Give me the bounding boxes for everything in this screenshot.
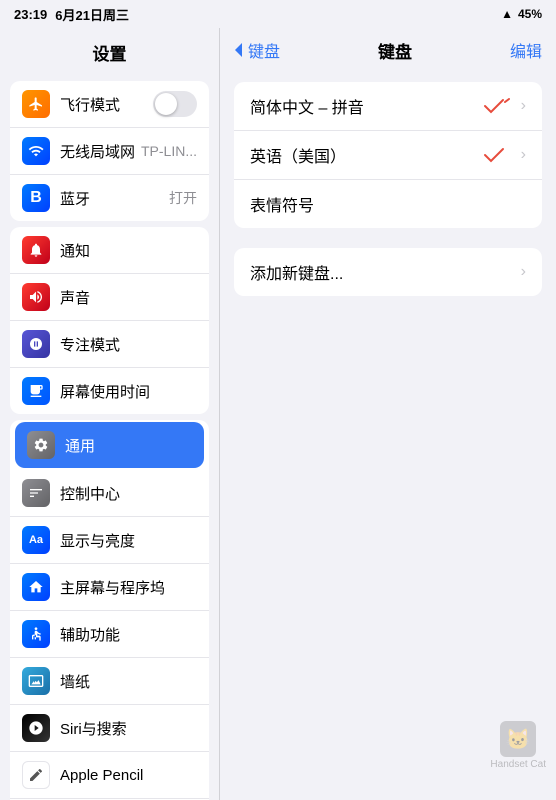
sound-icon (22, 283, 50, 311)
accessibility-icon (22, 620, 50, 648)
sidebar-group-connectivity: 飞行模式 无线局域网 TP-LIN... B 蓝牙 打开 (10, 81, 209, 221)
check-pencil-2 (483, 145, 513, 165)
sidebar-item-accessibility[interactable]: 辅助功能 (10, 611, 209, 658)
english-us-label: 英语（美国） (250, 143, 483, 167)
homescreen-label: 主屏幕与程序坞 (60, 577, 197, 598)
wallpaper-label: 墙纸 (60, 671, 197, 692)
english-us-chevron: › (521, 146, 526, 164)
pencil-icon (22, 761, 50, 789)
bluetooth-label: 蓝牙 (60, 188, 169, 209)
detail-title: 键盘 (378, 38, 412, 63)
notification-label: 通知 (60, 240, 197, 261)
sidebar-item-wallpaper[interactable]: 墙纸 (10, 658, 209, 705)
focus-icon (22, 330, 50, 358)
add-keyboard-chevron: › (521, 263, 526, 281)
homescreen-icon (22, 573, 50, 601)
wifi-label: 无线局域网 (60, 141, 141, 162)
add-keyboard-label: 添加新键盘... (250, 260, 513, 284)
status-left: 23:19 6月21日周三 (14, 5, 129, 24)
bluetooth-value: 打开 (169, 188, 197, 208)
wifi-icon: ▲ (501, 7, 513, 21)
nav-back-label: 键盘 (248, 38, 280, 62)
screentime-label: 屏幕使用时间 (60, 381, 197, 402)
keyboards-group: 简体中文 – 拼音 › 英语（美国） › (234, 82, 542, 228)
control-icon (22, 479, 50, 507)
status-date: 6月21日周三 (55, 5, 129, 24)
sidebar-group-general: 通用 控制中心 Aa 显示与亮度 主屏幕与程序坞 (10, 420, 209, 800)
sidebar-group-notifications: 通知 声音 专注模式 屏幕使用时间 (10, 227, 209, 414)
main-layout: 设置 飞行模式 无线局域网 TP-LIN... B 蓝 (0, 28, 556, 800)
status-time: 23:19 (14, 7, 47, 22)
sidebar-item-homescreen[interactable]: 主屏幕与程序坞 (10, 564, 209, 611)
nav-back-button[interactable]: 键盘 (234, 38, 280, 62)
sidebar-item-focus[interactable]: 专注模式 (10, 321, 209, 368)
sidebar-item-display[interactable]: Aa 显示与亮度 (10, 517, 209, 564)
detail-item-english-us[interactable]: 英语（美国） › (234, 131, 542, 180)
display-icon: Aa (22, 526, 50, 554)
sidebar-item-pencil[interactable]: Apple Pencil (10, 752, 209, 799)
watermark-text: Handset Cat (490, 759, 546, 770)
detail-panel: 键盘 键盘 编辑 简体中文 – 拼音 › 英语（美国） (220, 28, 556, 800)
check-pencil-1 (483, 96, 513, 116)
status-right: ▲ 45% (501, 7, 542, 21)
focus-label: 专注模式 (60, 334, 197, 355)
wifi-icon-item (22, 137, 50, 165)
general-label: 通用 (65, 435, 192, 456)
watermark-icon: 🐱 (500, 721, 536, 757)
notification-icon (22, 236, 50, 264)
status-bar: 23:19 6月21日周三 ▲ 45% (0, 0, 556, 28)
general-icon (27, 431, 55, 459)
sidebar-item-airplane[interactable]: 飞行模式 (10, 81, 209, 128)
control-label: 控制中心 (60, 483, 197, 504)
simplified-chinese-label: 简体中文 – 拼音 (250, 94, 483, 118)
watermark: 🐱 Handset Cat (490, 721, 546, 770)
sidebar-item-siri[interactable]: Siri与搜索 (10, 705, 209, 752)
sidebar-item-screentime[interactable]: 屏幕使用时间 (10, 368, 209, 414)
sidebar-title: 设置 (0, 28, 219, 75)
bluetooth-icon: B (22, 184, 50, 212)
sidebar-item-general[interactable]: 通用 (15, 422, 204, 468)
detail-navbar: 键盘 键盘 编辑 (220, 28, 556, 72)
wallpaper-icon (22, 667, 50, 695)
emoji-label: 表情符号 (250, 192, 526, 216)
siri-label: Siri与搜索 (60, 718, 197, 739)
sidebar-item-wifi[interactable]: 无线局域网 TP-LIN... (10, 128, 209, 175)
sidebar-item-bluetooth[interactable]: B 蓝牙 打开 (10, 175, 209, 221)
detail-item-emoji[interactable]: 表情符号 (234, 180, 542, 228)
airplane-toggle[interactable] (153, 91, 197, 117)
detail-item-simplified-chinese[interactable]: 简体中文 – 拼音 › (234, 82, 542, 131)
siri-icon (22, 714, 50, 742)
accessibility-label: 辅助功能 (60, 624, 197, 645)
sidebar: 设置 飞行模式 无线局域网 TP-LIN... B 蓝 (0, 28, 220, 800)
wifi-value: TP-LIN... (141, 143, 197, 159)
detail-content: 简体中文 – 拼音 › 英语（美国） › (220, 72, 556, 326)
add-keyboard-group: 添加新键盘... › (234, 248, 542, 296)
display-label: 显示与亮度 (60, 530, 197, 551)
detail-item-add-keyboard[interactable]: 添加新键盘... › (234, 248, 542, 296)
detail-edit-button[interactable]: 编辑 (510, 38, 542, 62)
simplified-chinese-chevron: › (521, 97, 526, 115)
airplane-label: 飞行模式 (60, 94, 153, 115)
sound-label: 声音 (60, 287, 197, 308)
battery-level: 45% (518, 7, 542, 21)
airplane-icon (22, 90, 50, 118)
screentime-icon (22, 377, 50, 405)
sidebar-item-sound[interactable]: 声音 (10, 274, 209, 321)
pencil-label: Apple Pencil (60, 767, 197, 784)
sidebar-item-notification[interactable]: 通知 (10, 227, 209, 274)
sidebar-item-control[interactable]: 控制中心 (10, 470, 209, 517)
